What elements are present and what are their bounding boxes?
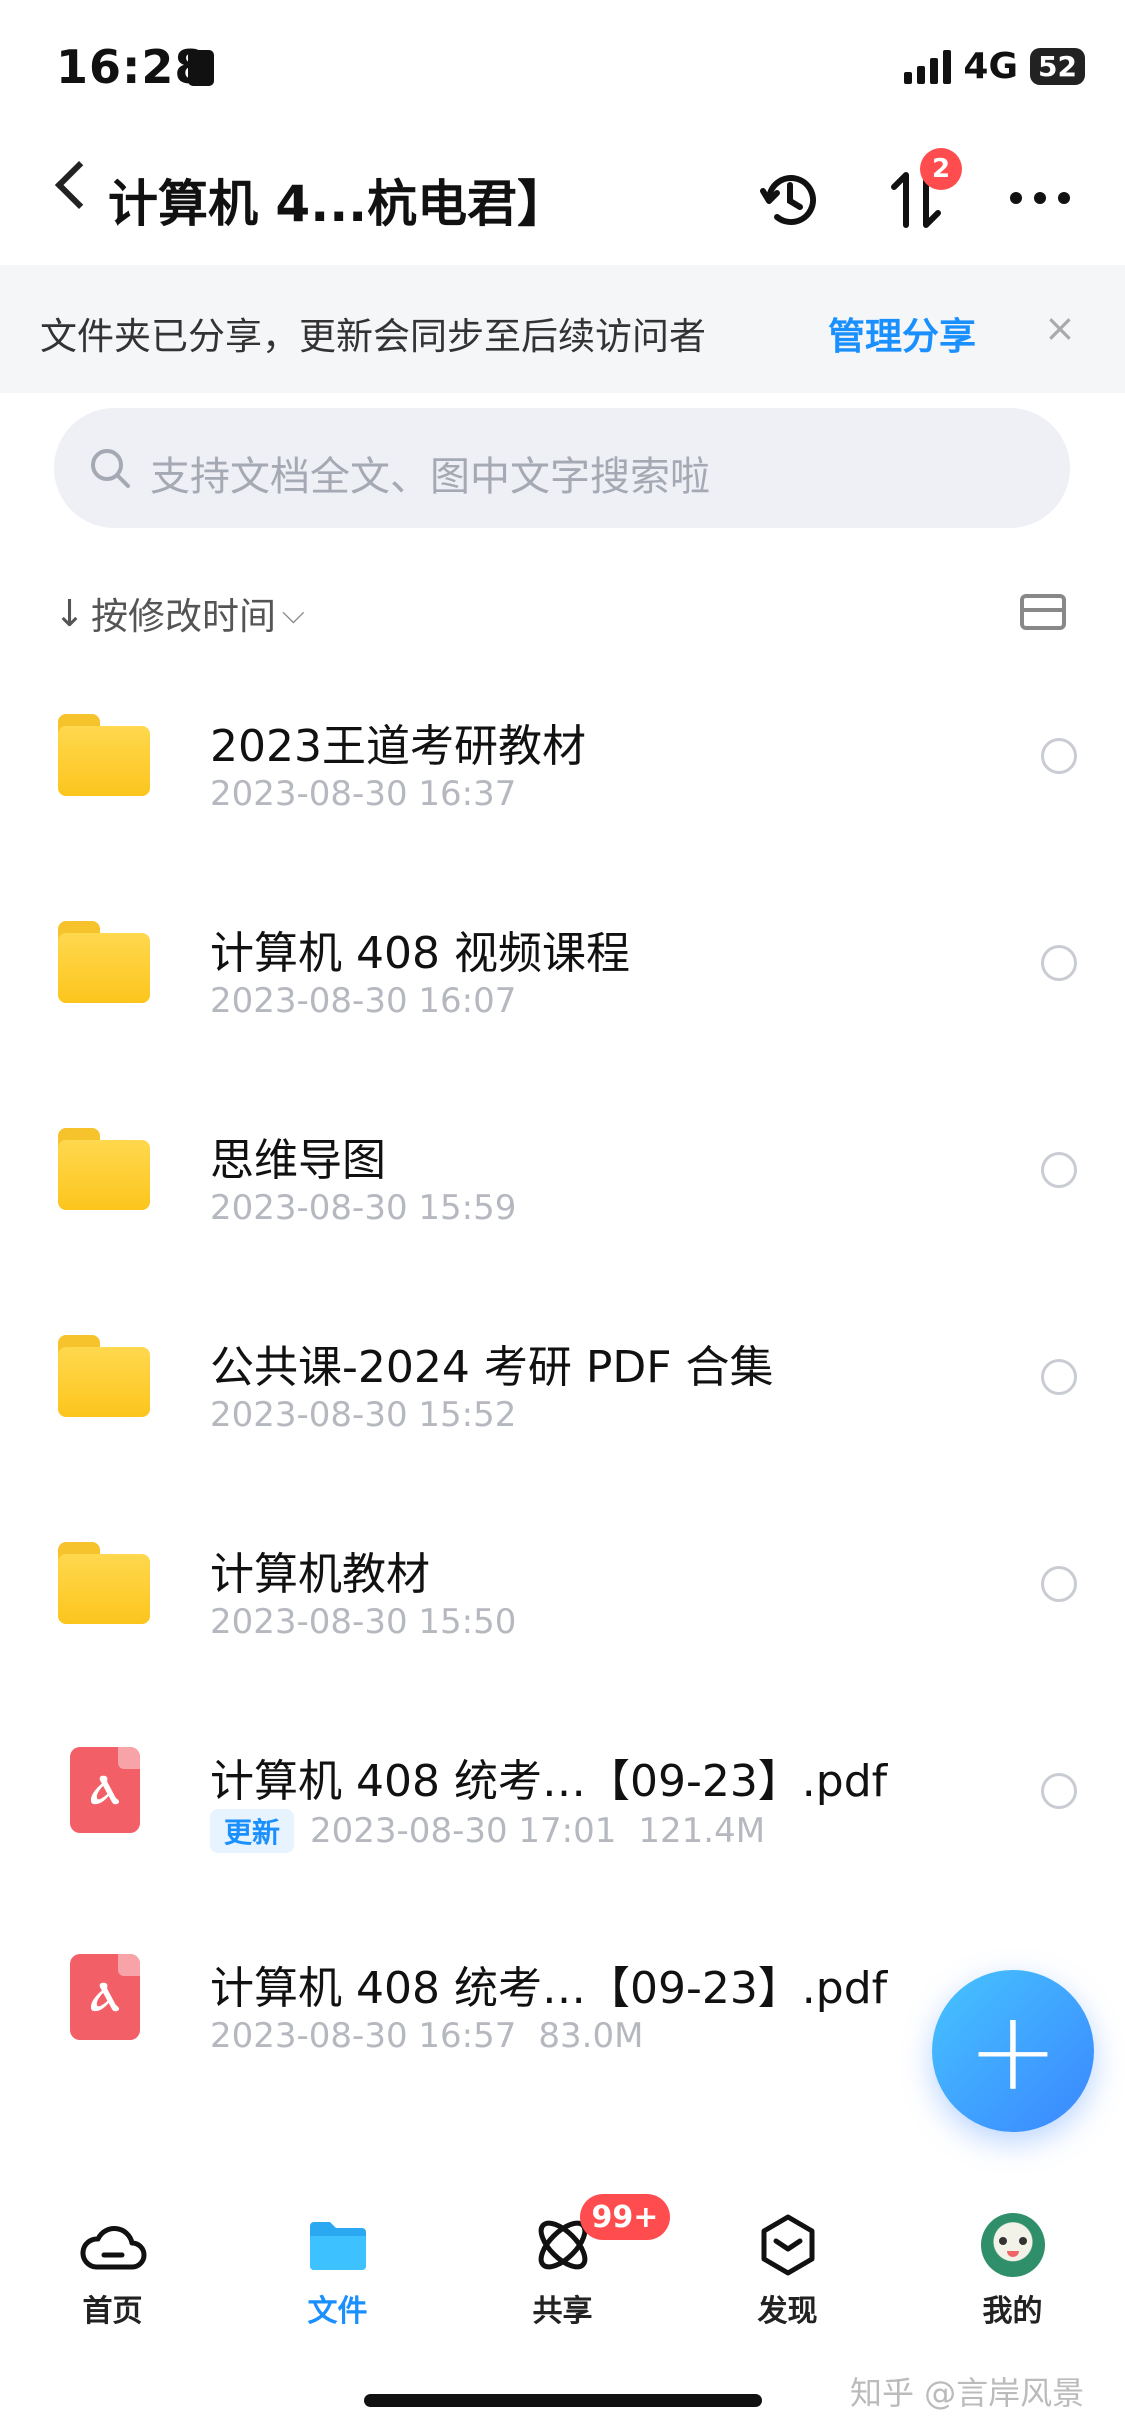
file-date: 2023-08-30 17:01 (310, 1811, 617, 1851)
pdf-icon: Ⲁ (70, 1954, 140, 2040)
file-meta: 更新 2023-08-30 17:01 121.4M (210, 1809, 765, 1853)
file-name: 计算机教材 (210, 1549, 430, 1600)
file-date: 2023-08-30 15:52 (210, 1395, 517, 1435)
file-size: 83.0M (538, 2016, 644, 2056)
tab-label: 文件 (307, 2294, 368, 2329)
tab-files[interactable]: 文件 (225, 2180, 450, 2340)
tab-share[interactable]: 共享 99+ (450, 2180, 675, 2340)
file-date: 2023-08-30 16:37 (210, 774, 517, 814)
file-name: 2023王道考研教材 (210, 721, 586, 772)
file-meta: 2023-08-30 16:57 83.0M (210, 2016, 643, 2056)
add-button[interactable]: + (932, 1970, 1094, 2132)
tab-label: 首页 (82, 2294, 143, 2329)
file-row[interactable]: 思维导图 2023-08-30 15:59 (0, 1084, 1125, 1284)
avatar-icon (978, 2210, 1048, 2280)
folder-icon (58, 714, 150, 796)
select-radio[interactable] (1041, 1152, 1077, 1188)
update-badge: 更新 (210, 1809, 295, 1853)
file-row[interactable]: 计算机 408 视频课程 2023-08-30 16:07 (0, 877, 1125, 1077)
folder-icon (58, 1335, 150, 1417)
sort-arrow-icon: ↓ (54, 591, 86, 635)
tab-home[interactable]: 首页 (0, 2180, 225, 2340)
folder-icon (303, 2210, 373, 2280)
select-radio[interactable] (1041, 1773, 1077, 1809)
chevron-down-icon: ⌵ (282, 595, 305, 631)
file-meta: 2023-08-30 16:37 (210, 774, 516, 814)
file-name: 计算机 408 统考…【09-23】.pdf (210, 1963, 888, 2014)
status-right: 4G 52 (904, 46, 1085, 87)
select-radio[interactable] (1041, 738, 1077, 774)
select-radio[interactable] (1041, 945, 1077, 981)
status-time: 16:28 (56, 40, 208, 94)
id-card-icon (188, 50, 214, 86)
sort-label: 按修改时间 (91, 595, 277, 638)
more-icon[interactable] (1010, 192, 1070, 204)
folder-icon (58, 921, 150, 1003)
file-name: 计算机 408 统考…【09-23】.pdf (210, 1756, 888, 1807)
transfer-badge: 2 (920, 148, 962, 190)
file-size: 121.4M (638, 1811, 766, 1851)
select-radio[interactable] (1041, 1566, 1077, 1602)
tab-bar: 首页 文件 共享 99+ 发现 我的 (0, 2180, 1125, 2340)
watermark: 知乎 @言岸风景 (850, 2374, 1085, 2412)
tab-me[interactable]: 我的 (900, 2180, 1125, 2340)
view-toggle-icon[interactable] (1020, 594, 1066, 630)
folder-icon (58, 1542, 150, 1624)
sort-button[interactable]: ↓ 按修改时间 ⌵ (54, 586, 305, 640)
home-indicator (364, 2394, 762, 2407)
file-row[interactable]: 公共课-2024 考研 PDF 合集 2023-08-30 15:52 (0, 1291, 1125, 1491)
tab-label: 我的 (982, 2294, 1043, 2329)
share-banner-text: 文件夹已分享，更新会同步至后续访问者 (40, 315, 706, 358)
battery-icon: 52 (1030, 48, 1085, 85)
network-label: 4G (963, 46, 1019, 87)
select-radio[interactable] (1041, 1359, 1077, 1395)
file-name: 计算机 408 视频课程 (210, 928, 630, 979)
file-date: 2023-08-30 16:07 (210, 981, 517, 1021)
file-row[interactable]: Ⲁ 计算机 408 统考…【09-23】.pdf 更新 2023-08-30 1… (0, 1705, 1125, 1905)
tab-discover[interactable]: 发现 (675, 2180, 900, 2340)
file-meta: 2023-08-30 15:59 (210, 1188, 516, 1228)
file-row[interactable]: 计算机教材 2023-08-30 15:50 (0, 1498, 1125, 1698)
back-arrow-icon[interactable] (54, 160, 104, 210)
signal-icon (904, 49, 952, 84)
file-meta: 2023-08-30 15:50 (210, 1602, 516, 1642)
file-date: 2023-08-30 15:50 (210, 1602, 517, 1642)
tab-label: 共享 (532, 2294, 593, 2329)
file-date: 2023-08-30 15:59 (210, 1188, 517, 1228)
file-name: 公共课-2024 考研 PDF 合集 (210, 1342, 774, 1393)
tab-label: 发现 (757, 2294, 818, 2329)
file-date: 2023-08-30 16:57 (210, 2016, 517, 2056)
pdf-icon: Ⲁ (70, 1747, 140, 1833)
history-icon[interactable] (750, 160, 830, 240)
page-title: 计算机 4...杭电君】 (108, 175, 568, 233)
close-icon[interactable]: × (1044, 306, 1076, 350)
search-icon (88, 446, 134, 496)
cube-icon (753, 2210, 823, 2280)
cloud-icon (78, 2210, 148, 2280)
plus-icon: + (966, 1987, 1060, 2115)
manage-share-link[interactable]: 管理分享 (828, 306, 976, 360)
file-meta: 2023-08-30 15:52 (210, 1395, 516, 1435)
file-name: 思维导图 (210, 1135, 386, 1186)
file-meta: 2023-08-30 16:07 (210, 981, 516, 1021)
file-row[interactable]: 2023王道考研教材 2023-08-30 16:37 (0, 670, 1125, 870)
share-badge: 99+ (580, 2194, 670, 2240)
folder-icon (58, 1128, 150, 1210)
search-placeholder: 支持文档全文、图中文字搜索啦 (150, 454, 710, 500)
